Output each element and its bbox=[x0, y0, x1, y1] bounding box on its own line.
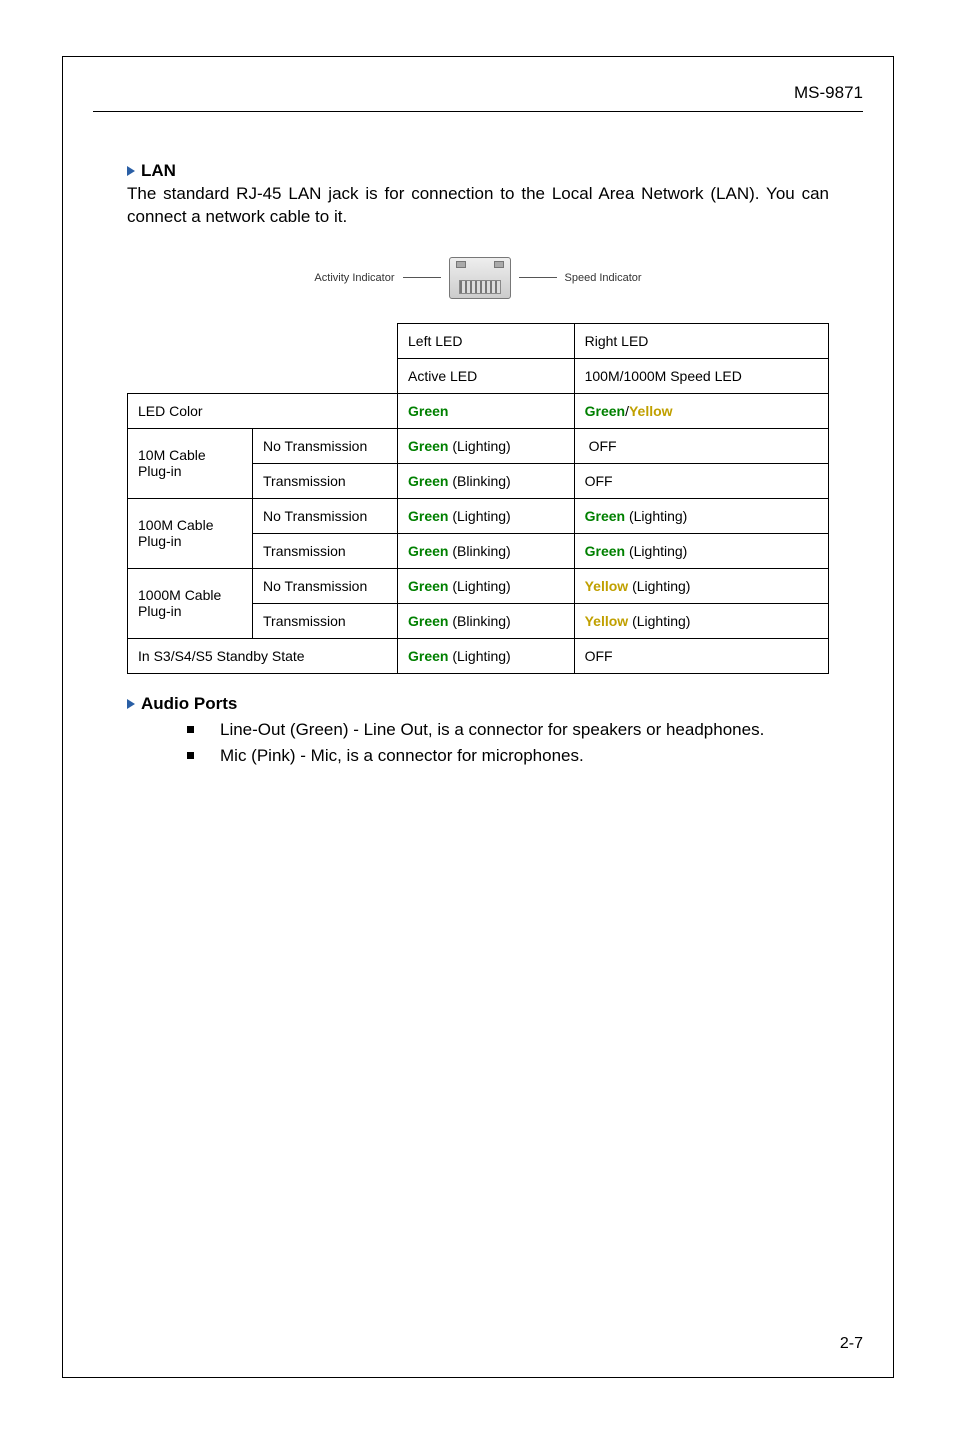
cell-1000m-trans: Transmission bbox=[253, 603, 398, 638]
cell-color-right: Green/Yellow bbox=[574, 393, 828, 428]
cell-100m-trans-left: Green (Blinking) bbox=[398, 533, 575, 568]
triangle-icon bbox=[127, 699, 135, 709]
cell-1000m-notrans-right: Yellow (Lighting) bbox=[574, 568, 828, 603]
audio-bullets: Line-Out (Green) - Line Out, is a connec… bbox=[187, 718, 829, 768]
cell-10m-notrans-right: OFF bbox=[574, 428, 828, 463]
row-led-color: LED Color bbox=[128, 393, 398, 428]
audio-section: Audio Ports Line-Out (Green) - Line Out,… bbox=[127, 694, 829, 768]
cell-10m-notrans: No Transmission bbox=[253, 428, 398, 463]
col-speed-led: 100M/1000M Speed LED bbox=[574, 358, 828, 393]
led-table: Left LED Right LED Active LED 100M/1000M… bbox=[127, 323, 829, 674]
table-row: 10M CablePlug-in No Transmission Green (… bbox=[128, 428, 829, 463]
rj45-right-led-icon bbox=[494, 261, 504, 268]
cell-100m-notrans: No Transmission bbox=[253, 498, 398, 533]
cell-1000m-trans-right: Yellow (Lighting) bbox=[574, 603, 828, 638]
col-right-led: Right LED bbox=[574, 323, 828, 358]
col-left-led: Left LED bbox=[398, 323, 575, 358]
page-frame: MS-9871 LAN The standard RJ-45 LAN jack … bbox=[62, 56, 894, 1378]
bullet-mic: Mic (Pink) - Mic, is a connector for mic… bbox=[220, 744, 829, 768]
cell-1000m-notrans-left: Green (Lighting) bbox=[398, 568, 575, 603]
cell-10m-trans: Transmission bbox=[253, 463, 398, 498]
row-10m-label: 10M CablePlug-in bbox=[128, 428, 253, 498]
header-model: MS-9871 bbox=[794, 83, 863, 103]
row-standby: In S3/S4/S5 Standby State bbox=[128, 638, 398, 673]
blank-cell bbox=[128, 323, 398, 393]
activity-indicator-label: Activity Indicator bbox=[314, 272, 394, 284]
table-row: 1000M CablePlug-in No Transmission Green… bbox=[128, 568, 829, 603]
col-active-led: Active LED bbox=[398, 358, 575, 393]
lan-section-head: LAN bbox=[127, 161, 829, 181]
cell-standby-left: Green (Lighting) bbox=[398, 638, 575, 673]
table-row: In S3/S4/S5 Standby State Green (Lightin… bbox=[128, 638, 829, 673]
list-item: Mic (Pink) - Mic, is a connector for mic… bbox=[187, 744, 829, 768]
header-rule bbox=[93, 111, 863, 112]
cell-1000m-trans-left: Green (Blinking) bbox=[398, 603, 575, 638]
leader-line-left bbox=[403, 277, 441, 278]
audio-section-head: Audio Ports bbox=[127, 694, 829, 714]
bullet-line-out: Line-Out (Green) - Line Out, is a connec… bbox=[220, 718, 829, 742]
table-row: 100M CablePlug-in No Transmission Green … bbox=[128, 498, 829, 533]
speed-indicator-label: Speed Indicator bbox=[565, 272, 642, 284]
audio-title: Audio Ports bbox=[141, 694, 237, 714]
rj45-pins-icon bbox=[459, 280, 501, 294]
table-row: LED Color Green Green/Yellow bbox=[128, 393, 829, 428]
cell-100m-notrans-left: Green (Lighting) bbox=[398, 498, 575, 533]
cell-100m-notrans-right: Green (Lighting) bbox=[574, 498, 828, 533]
rj45-diagram-row: Activity Indicator Speed Indicator bbox=[127, 257, 829, 299]
cell-10m-trans-right: OFF bbox=[574, 463, 828, 498]
square-bullet-icon bbox=[187, 726, 194, 733]
lan-description: The standard RJ-45 LAN jack is for conne… bbox=[127, 183, 829, 229]
rj45-jack-icon bbox=[449, 257, 511, 299]
lan-title: LAN bbox=[141, 161, 176, 181]
cell-1000m-notrans: No Transmission bbox=[253, 568, 398, 603]
cell-10m-notrans-left: Green (Lighting) bbox=[398, 428, 575, 463]
cell-100m-trans-right: Green (Lighting) bbox=[574, 533, 828, 568]
table-row: Left LED Right LED bbox=[128, 323, 829, 358]
cell-10m-trans-left: Green (Blinking) bbox=[398, 463, 575, 498]
content-area: LAN The standard RJ-45 LAN jack is for c… bbox=[127, 161, 829, 769]
cell-standby-right: OFF bbox=[574, 638, 828, 673]
cell-100m-trans: Transmission bbox=[253, 533, 398, 568]
triangle-icon bbox=[127, 166, 135, 176]
page-number: 2-7 bbox=[840, 1335, 863, 1353]
leader-line-right bbox=[519, 277, 557, 278]
rj45-left-led-icon bbox=[456, 261, 466, 268]
cell-color-left: Green bbox=[398, 393, 575, 428]
list-item: Line-Out (Green) - Line Out, is a connec… bbox=[187, 718, 829, 742]
square-bullet-icon bbox=[187, 752, 194, 759]
row-1000m-label: 1000M CablePlug-in bbox=[128, 568, 253, 638]
row-100m-label: 100M CablePlug-in bbox=[128, 498, 253, 568]
